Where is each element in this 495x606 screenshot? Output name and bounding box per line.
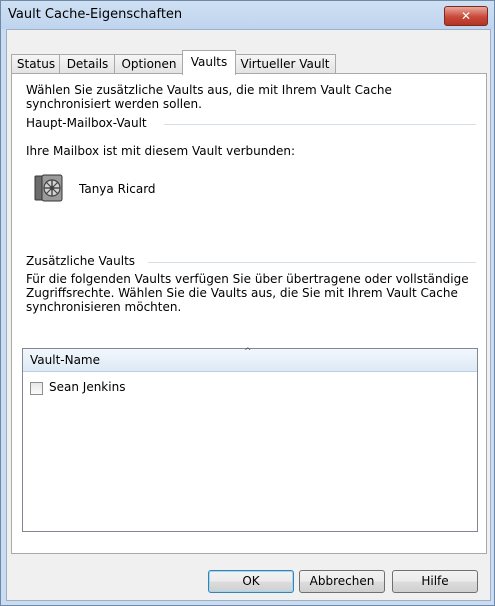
vault-checkbox[interactable] [30,382,43,395]
tab-status[interactable]: Status [11,54,61,74]
intro-text-line1: Wählen Sie zusätzliche Vaults aus, die m… [26,83,392,97]
column-header-label: Vault-Name [30,353,101,367]
intro-text-line2: synchronisiert werden sollen. [26,97,202,111]
vault-item-label[interactable]: Sean Jenkins [49,380,125,394]
main-vault-group-divider [164,124,476,125]
tab-vaults[interactable]: Vaults [182,50,236,75]
properties-dialog: Vault Cache-Eigenschaften ✕ Status Detai… [0,0,495,606]
window-title: Vault Cache-Eigenschaften [8,7,183,22]
additional-vaults-text-line2: Zugriffsrechte. Wählen Sie die Vaults au… [26,286,458,300]
vault-name-column-header[interactable]: ^ Vault-Name [23,347,477,372]
cancel-button[interactable]: Abbrechen [299,570,385,593]
tab-optionen[interactable]: Optionen [114,54,184,74]
mailbox-connection-text: Ihre Mailbox ist mit diesem Vault verbun… [26,144,295,158]
help-button[interactable]: Hilfe [392,570,478,593]
vault-list[interactable]: ^ Vault-Name Sean Jenkins [22,347,478,532]
additional-vaults-text-line1: Für die folgenden Vaults verfügen Sie üb… [26,272,469,286]
ok-button[interactable]: OK [208,570,294,593]
close-button[interactable]: ✕ [444,6,488,26]
additional-vaults-group-divider [148,262,476,263]
additional-vaults-group-label: Zusätzliche Vaults [26,254,136,268]
sort-ascending-icon: ^ [244,347,252,357]
tab-virtueller-vault[interactable]: Virtueller Vault [234,54,336,74]
tab-details[interactable]: Details [59,54,116,74]
title-bar: Vault Cache-Eigenschaften ✕ [1,1,494,29]
main-vault-group-label: Haupt-Mailbox-Vault [26,116,147,130]
vault-safe-icon [34,174,63,202]
additional-vaults-text-line3: synchronisieren möchten. [26,300,182,314]
vaults-tab-panel: Wählen Sie zusätzliche Vaults aus, die m… [11,73,487,554]
dialog-client-area: Status Details Optionen Vaults Virtuelle… [6,29,491,601]
mailbox-owner-name: Tanya Ricard [79,182,156,196]
